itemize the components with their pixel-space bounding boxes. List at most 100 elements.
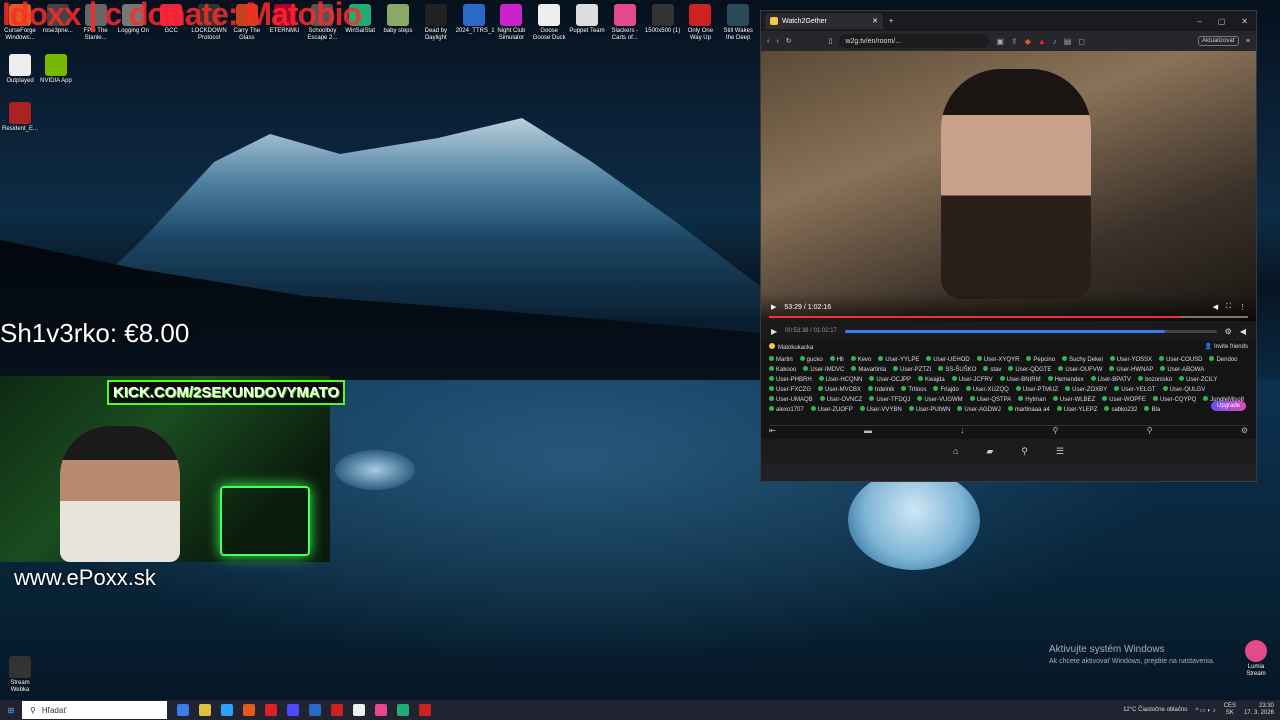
desktop-shortcut[interactable]: Only One Way Up: [682, 4, 718, 42]
taskbar-search[interactable]: ⚲ Hľadať: [22, 701, 167, 719]
playlist-icon[interactable]: ☰: [1056, 446, 1064, 457]
chat-icon[interactable]: ▰: [986, 446, 993, 457]
user-chip[interactable]: User-QSTPA: [970, 396, 1012, 404]
maximize-button[interactable]: ▢: [1218, 17, 1226, 26]
user-chip[interactable]: User-ZCILY: [1179, 376, 1217, 384]
desktop-shortcut[interactable]: NVIDIA App: [38, 54, 74, 85]
user-chip[interactable]: User-ZUOFP: [811, 406, 853, 414]
close-tab-icon[interactable]: ✕: [872, 17, 878, 25]
user-chip[interactable]: Hytman: [1018, 396, 1046, 404]
leave-icon[interactable]: ⇤: [769, 426, 776, 437]
user-chip[interactable]: User-BNIRM: [1000, 376, 1041, 384]
back-icon[interactable]: ‹: [767, 38, 769, 45]
user-chip[interactable]: User-PUIWN: [909, 406, 951, 414]
share-icon[interactable]: ⇪: [1011, 37, 1018, 46]
user-chip[interactable]: User-PHBRH: [769, 376, 812, 384]
tab-watch2gether[interactable]: Watch2Gether ✕: [765, 13, 883, 29]
taskbar-app-icon[interactable]: [375, 704, 387, 716]
wallet-icon[interactable]: ◻: [1078, 37, 1085, 46]
desktop-shortcut[interactable]: Dead by Daylight: [418, 4, 454, 42]
desktop-shortcut[interactable]: Night Club Simulator: [493, 4, 529, 42]
user-chip[interactable]: User-COUSD: [1159, 356, 1202, 364]
user-chip[interactable]: User-HCQNN: [819, 376, 863, 384]
stream-webka-shortcut[interactable]: Stream Webka: [2, 656, 38, 694]
user-chip[interactable]: Martin: [769, 356, 793, 364]
user-chip[interactable]: User-PTMUZ: [1016, 386, 1058, 394]
volume-icon[interactable]: ◀: [1213, 303, 1218, 311]
user-chip[interactable]: User-XUZQQ: [966, 386, 1009, 394]
language-indicator[interactable]: CES SK: [1224, 703, 1236, 717]
user-chip[interactable]: User-YLEPZ: [1057, 406, 1098, 414]
zoom-icon[interactable]: ⚲: [1147, 426, 1153, 437]
user-chip[interactable]: bozonisko: [1138, 376, 1172, 384]
menu-icon[interactable]: ≡: [1246, 38, 1250, 45]
user-chip[interactable]: Pepcino: [1026, 356, 1055, 364]
home-icon[interactable]: ⌂: [953, 446, 958, 456]
user-chip[interactable]: User-WLBEZ: [1053, 396, 1095, 404]
user-chip[interactable]: Bla: [1144, 406, 1160, 414]
user-chip[interactable]: User-HWNAP: [1109, 366, 1153, 374]
more-icon[interactable]: ⋮: [1239, 303, 1246, 311]
bookmark-icon[interactable]: ▯: [829, 37, 833, 45]
desktop-shortcut[interactable]: baby steps: [380, 4, 416, 35]
user-chip[interactable]: User-TFDQJ: [869, 396, 910, 404]
reload-icon[interactable]: ↻: [786, 37, 792, 45]
user-chip[interactable]: User-ABOWA: [1160, 366, 1204, 374]
user-chip[interactable]: User-MVCBX: [818, 386, 861, 394]
user-chip[interactable]: gucko: [800, 356, 823, 364]
user-chip[interactable]: User-BPATV: [1091, 376, 1131, 384]
search-nav-icon[interactable]: ⚲: [1021, 446, 1028, 457]
desktop-shortcut[interactable]: Outplayed: [2, 54, 38, 85]
sync-seekbar[interactable]: [844, 329, 1217, 333]
tray-icons[interactable]: ^ ▭ ◐ ♪: [1196, 707, 1216, 714]
user-chip[interactable]: User-OCJPP: [869, 376, 911, 384]
user-chip[interactable]: Suchy Dekel: [1062, 356, 1103, 364]
user-chip[interactable]: User-UEHOD: [926, 356, 969, 364]
user-chip[interactable]: trdelnik: [868, 386, 894, 394]
user-chip[interactable]: User-QULGV: [1163, 386, 1206, 394]
user-chip[interactable]: User-YOSSX: [1110, 356, 1152, 364]
update-button[interactable]: Aktualizovať: [1197, 36, 1239, 46]
user-chip[interactable]: martinaaa a4: [1008, 406, 1050, 414]
taskbar-app-icon[interactable]: [265, 704, 277, 716]
user-chip[interactable]: User-FXCZG: [769, 386, 811, 394]
weather-widget[interactable]: 12°C Čiastočne oblačno: [1123, 707, 1187, 713]
user-chip[interactable]: Mavartinla: [851, 366, 886, 374]
desktop-shortcut[interactable]: 1500x500 (1): [645, 4, 681, 35]
taskbar-app-icon[interactable]: [199, 704, 211, 716]
user-chip[interactable]: Kevo: [851, 356, 872, 364]
close-window-button[interactable]: ✕: [1241, 17, 1248, 26]
taskbar-app-icon[interactable]: [287, 704, 299, 716]
desktop-shortcut[interactable]: Still Wakes the Deep: [720, 4, 756, 42]
user-chip[interactable]: User-QDGTE: [1008, 366, 1051, 374]
user-chip[interactable]: Hemendex: [1048, 376, 1084, 384]
taskbar-app-icon[interactable]: [309, 704, 321, 716]
settings-gear-icon[interactable]: ⚙: [1225, 327, 1232, 336]
video-player[interactable]: ▶ 53:29 / 1:02:16 ◀ ⛶ ⋮: [761, 51, 1256, 321]
taskbar-app-icon[interactable]: [177, 704, 189, 716]
user-chip[interactable]: User-UMAQB: [769, 396, 813, 404]
desktop-shortcut[interactable]: Slackers - Carts of...: [607, 4, 643, 42]
upgrade-button[interactable]: Upgrade: [1210, 401, 1246, 411]
user-chip[interactable]: User-YELGT: [1114, 386, 1155, 394]
user-chip[interactable]: Kakooo: [769, 366, 796, 374]
desktop-shortcut[interactable]: Resident_E...: [2, 102, 38, 133]
new-tab-icon[interactable]: +: [889, 18, 893, 25]
user-chip[interactable]: SS-ŠUŠKO: [938, 366, 976, 374]
user-chip[interactable]: User-AGDWJ: [957, 406, 1000, 414]
url-field[interactable]: w2g.tv/en/room/...: [839, 34, 990, 48]
lumia-stream-shortcut[interactable]: Lumia Stream: [1238, 640, 1274, 678]
camera-icon[interactable]: ▬: [864, 426, 872, 437]
audio-icon[interactable]: ♪: [1053, 37, 1057, 46]
forward-icon[interactable]: ›: [776, 38, 778, 45]
user-chip[interactable]: User-VVYBN: [860, 406, 902, 414]
play-icon[interactable]: ▶: [771, 303, 776, 311]
user-chip[interactable]: Kwajda: [918, 376, 945, 384]
taskbar-app-icon[interactable]: [331, 704, 343, 716]
search-icon[interactable]: ⚲: [1053, 426, 1059, 437]
clock[interactable]: 23:30 17. 3. 2026: [1244, 703, 1274, 717]
minimize-button[interactable]: –: [1197, 17, 1201, 26]
user-chip[interactable]: User-XYQYR: [977, 356, 1020, 364]
sidebar-icon[interactable]: ▤: [1064, 37, 1072, 46]
desktop-shortcut[interactable]: Puppet Team: [569, 4, 605, 35]
